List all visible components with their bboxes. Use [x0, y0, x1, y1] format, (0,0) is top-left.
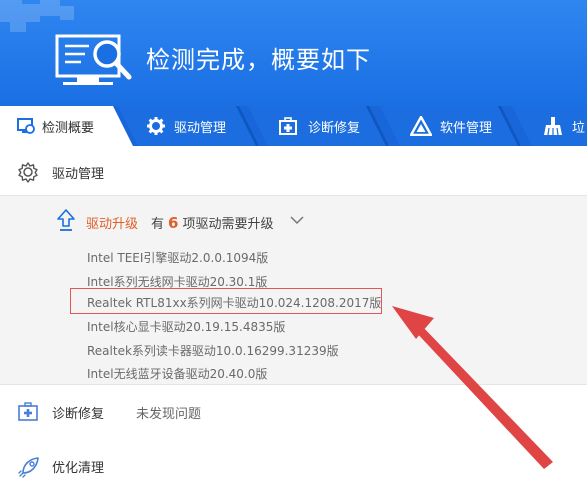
driver-list-item: Intel系列无线网卡驱动20.30.1版 — [87, 275, 268, 289]
upgrade-title: 驱动升级 — [86, 217, 139, 232]
driver-list-item-highlighted: Realtek RTL81xx系列网卡驱动10.024.1208.2017版 — [87, 296, 382, 310]
driver-upgrade-summary[interactable]: 驱动升级 有 6 项驱动需要升级 — [52, 206, 572, 234]
upgrade-count: 6 — [168, 214, 179, 232]
gear-icon — [18, 162, 38, 183]
diagnosis-status: 未发现问题 — [136, 407, 202, 422]
tab-bar: 检测概要 驱动管理 诊断修复 软件管理 垃 — [0, 106, 587, 146]
section-label: 驱动管理 — [52, 167, 105, 182]
triangle-logo-icon — [410, 116, 432, 136]
header-decoration — [10, 22, 26, 32]
medical-kit-icon — [18, 402, 38, 421]
tab-driver-manager[interactable]: 驱动管理 — [118, 106, 258, 146]
header-decoration — [40, 0, 60, 16]
tab-label: 诊断修复 — [308, 121, 361, 136]
header-decoration — [60, 6, 74, 20]
driver-list-item: Intel核心显卡驱动20.19.15.4835版 — [87, 320, 286, 334]
upload-arrow-icon — [57, 209, 75, 231]
tab-cleanup[interactable]: 垃 — [512, 106, 587, 146]
chevron-down-icon[interactable] — [290, 215, 304, 225]
tab-label: 垃 — [572, 121, 586, 136]
tab-label: 检测概要 — [42, 121, 95, 136]
page-title: 检测完成，概要如下 — [146, 46, 371, 74]
gear-icon — [147, 117, 165, 135]
tab-software-manager[interactable]: 软件管理 — [380, 106, 520, 146]
tab-label: 软件管理 — [440, 121, 493, 136]
section-label: 优化清理 — [52, 461, 105, 476]
upgrade-summary-text: 有 6 项驱动需要升级 — [151, 213, 273, 232]
section-label: 诊断修复 — [52, 407, 105, 422]
header-banner: 检测完成，概要如下 — [0, 0, 587, 106]
header-decoration — [0, 0, 22, 22]
upgrade-suffix: 项驱动需要升级 — [182, 217, 274, 232]
monitor-check-icon — [17, 118, 35, 134]
section-driver-manager[interactable]: 驱动管理 — [0, 152, 587, 192]
section-diagnosis-repair[interactable]: 诊断修复 未发现问题 — [0, 392, 587, 432]
monitor-search-icon — [55, 34, 132, 85]
upgrade-prefix: 有 — [151, 217, 165, 232]
broom-icon — [544, 117, 562, 136]
header-decoration — [22, 4, 40, 22]
driver-list-item: Intel无线蓝牙设备驱动20.40.0版 — [87, 367, 268, 381]
rocket-icon — [18, 457, 39, 478]
medical-kit-icon — [279, 117, 297, 135]
section-optimize-cleanup[interactable]: 优化清理 — [0, 446, 587, 486]
tab-label: 驱动管理 — [174, 121, 227, 136]
driver-list-item: Realtek系列读卡器驱动10.0.16299.31239版 — [87, 344, 339, 358]
tab-overview[interactable]: 检测概要 — [0, 106, 135, 146]
driver-list-item: Intel TEEI引擎驱动2.0.0.1094版 — [87, 251, 269, 265]
tab-diagnosis-repair[interactable]: 诊断修复 — [248, 106, 388, 146]
